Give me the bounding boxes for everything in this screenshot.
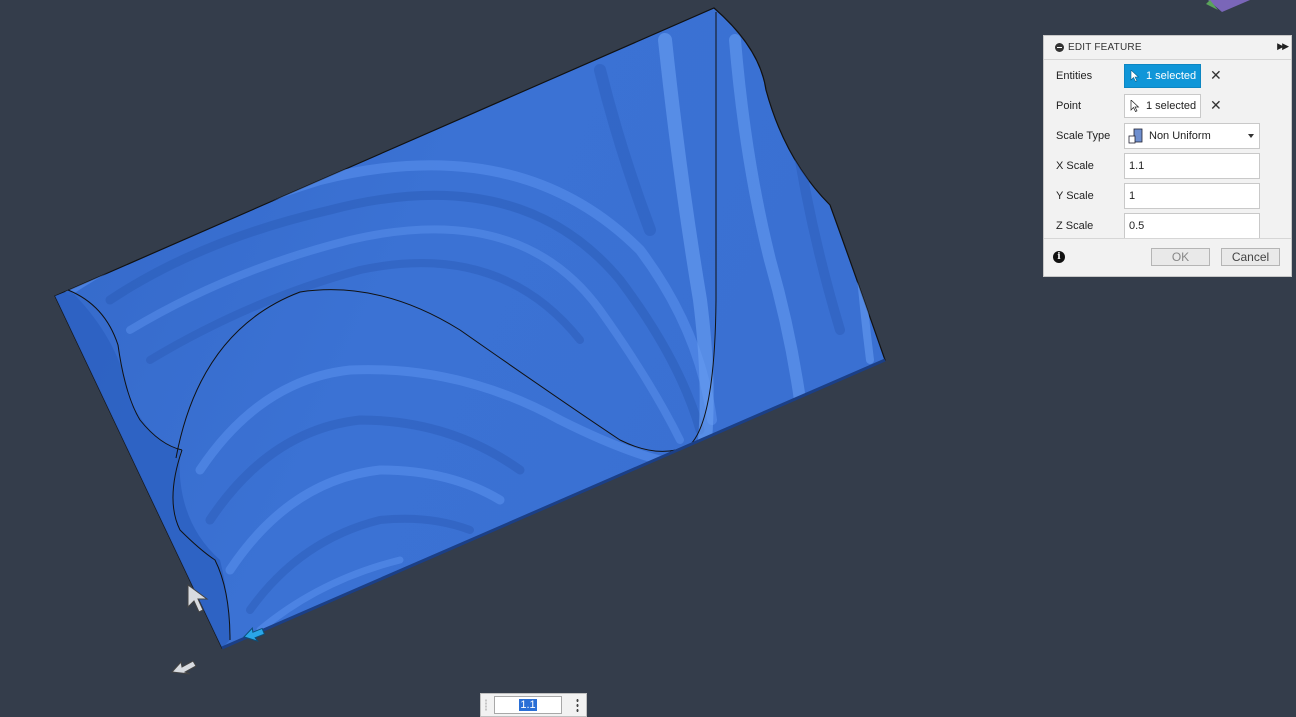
clear-point-icon[interactable]: ✕: [1210, 97, 1222, 113]
grip-icon[interactable]: [485, 699, 487, 711]
value-input-text: 1.1: [519, 699, 537, 711]
panel-header: EDIT FEATURE ▶▶: [1044, 36, 1291, 60]
z-scale-row: Z Scale: [1044, 213, 1291, 239]
direction-arrow-icon[interactable]: [170, 660, 197, 675]
entities-row: Entities 1 selected ✕: [1044, 63, 1291, 89]
entities-label: Entities: [1056, 70, 1093, 82]
cursor-icon: [1130, 70, 1140, 82]
info-icon[interactable]: i: [1053, 251, 1065, 263]
cancel-button[interactable]: Cancel: [1221, 248, 1280, 266]
collapse-icon[interactable]: [1055, 43, 1064, 52]
y-scale-label: Y Scale: [1056, 190, 1094, 202]
kebab-icon[interactable]: [576, 698, 579, 712]
entities-select-button[interactable]: 1 selected: [1124, 64, 1201, 88]
x-scale-label: X Scale: [1056, 160, 1094, 172]
scale-type-icon: [1128, 128, 1143, 144]
x-scale-input[interactable]: [1124, 153, 1260, 179]
ok-button[interactable]: OK: [1151, 248, 1210, 266]
y-scale-row: Y Scale: [1044, 183, 1291, 209]
panel-footer: i OK Cancel: [1044, 238, 1291, 276]
cursor-icon: [1130, 100, 1140, 112]
scale-type-value: Non Uniform: [1149, 130, 1211, 142]
panel-title: EDIT FEATURE: [1068, 42, 1142, 53]
clear-entities-icon[interactable]: ✕: [1210, 67, 1222, 83]
point-value: 1 selected: [1146, 100, 1197, 112]
expand-icon[interactable]: ▶▶: [1277, 41, 1289, 52]
point-select-button[interactable]: 1 selected: [1124, 94, 1201, 118]
z-scale-label: Z Scale: [1056, 220, 1094, 232]
point-label: Point: [1056, 100, 1082, 112]
heads-up-value-box: 1.1: [480, 693, 587, 717]
x-scale-row: X Scale: [1044, 153, 1291, 179]
z-scale-input[interactable]: [1124, 213, 1260, 239]
freeform-surface-body[interactable]: [54, 7, 886, 650]
chevron-down-icon: [1248, 134, 1254, 138]
edit-feature-panel: EDIT FEATURE ▶▶ Entities 1 selected ✕ Po…: [1043, 35, 1292, 277]
entities-value: 1 selected: [1146, 70, 1197, 82]
scale-type-label: Scale Type: [1056, 130, 1111, 142]
point-row: Point 1 selected ✕: [1044, 93, 1291, 119]
value-input[interactable]: 1.1: [494, 696, 562, 714]
scale-type-dropdown[interactable]: Non Uniform: [1124, 123, 1260, 149]
y-scale-input[interactable]: [1124, 183, 1260, 209]
scale-type-row: Scale Type Non Uniform: [1044, 123, 1291, 149]
